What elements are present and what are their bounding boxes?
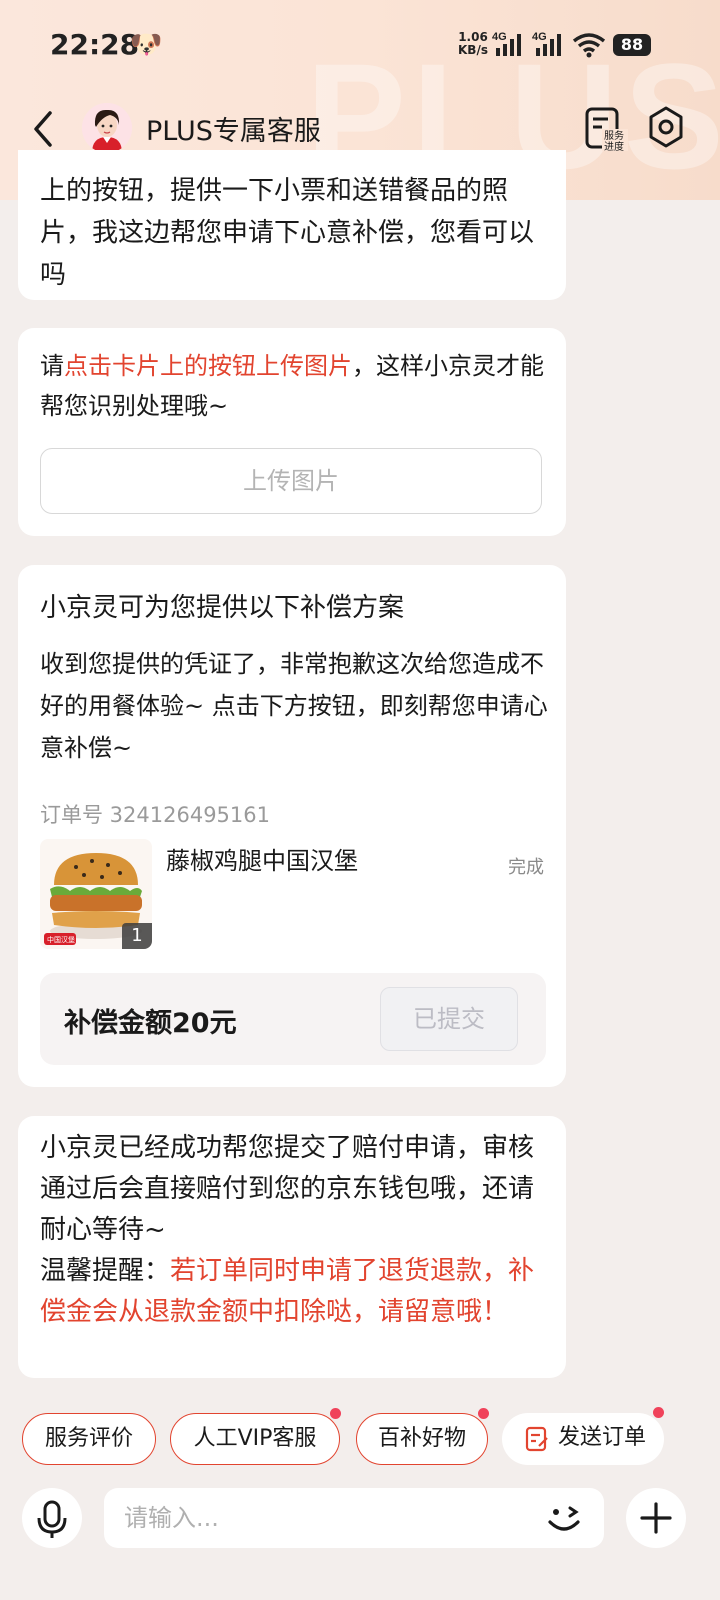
food-tag: 中国汉堡 xyxy=(47,935,75,944)
chip-subsidy-goods[interactable]: 百补好物 xyxy=(356,1408,489,1465)
signal-4g-icon: 4G xyxy=(492,31,521,56)
compensation-title: 小京灵可为您提供以下补偿方案 xyxy=(40,593,405,623)
service-progress-icon[interactable]: 服务 进度 xyxy=(584,105,628,153)
upload-instruction-highlight: 点击卡片上的按钮上传图片 xyxy=(64,352,352,380)
notification-dot xyxy=(330,1408,341,1419)
emoji-icon[interactable] xyxy=(540,1494,588,1542)
compensation-card: 小京灵可为您提供以下补偿方案 收到您提供的凭证了，非常抱歉这次给您造成不好的用餐… xyxy=(18,565,566,1087)
progress-label-2: 进度 xyxy=(604,140,624,153)
tip-label: 温馨提醒： xyxy=(40,1256,171,1286)
status-time: 22:28 xyxy=(50,28,140,61)
settings-icon[interactable] xyxy=(646,105,686,149)
battery-indicator: 88 xyxy=(613,34,651,56)
agent-avatar-icon xyxy=(82,103,132,153)
back-arrow-icon[interactable] xyxy=(28,105,58,153)
page-title: PLUS专属客服 xyxy=(146,116,321,147)
input-bar xyxy=(0,1480,720,1600)
compensation-body: 收到您提供的凭证了，非常抱歉这次给您造成不好的用餐体验~ 点击下方按钮，即刻帮您… xyxy=(40,650,548,762)
microphone-icon xyxy=(37,1500,67,1538)
status-bar: 22:28 🐶 1.06 KB/s 4G 4G 88 xyxy=(0,0,720,90)
compensation-amount-box: 补偿金额20元 已提交 xyxy=(40,973,546,1065)
agent-avatar[interactable] xyxy=(82,103,132,153)
submitted-button[interactable]: 已提交 xyxy=(380,987,518,1051)
message-text: 上的按钮，提供一下小票和送错餐品的照片，我这边帮您申请下心意补偿，您看可以吗 xyxy=(40,176,535,290)
more-options-button[interactable] xyxy=(626,1488,686,1548)
wifi-icon xyxy=(572,33,606,58)
quick-action-bar: 服务评价 人工VIP客服 百补好物 发送订单 xyxy=(0,1407,720,1470)
progress-label-1: 服务 xyxy=(604,129,624,142)
upload-instruction: 请点击卡片上的按钮上传图片，这样小京灵才能帮您识别处理哦~ xyxy=(40,352,544,420)
message-input[interactable] xyxy=(104,1488,604,1548)
order-status: 完成 xyxy=(508,857,544,878)
status-emoji-icon: 🐶 xyxy=(130,30,163,60)
message-bubble-4: 小京灵已经成功帮您提交了赔付申请，审核通过后会直接赔付到您的京东钱包哦，还请耐心… xyxy=(18,1116,566,1378)
food-name: 藤椒鸡腿中国汉堡 xyxy=(166,847,358,875)
food-image[interactable]: 中国汉堡 1 xyxy=(40,839,152,949)
message-bubble-1: 上的按钮，提供一下小票和送错餐品的照片，我这边帮您申请下心意补偿，您看可以吗 xyxy=(18,150,566,300)
message-text-4: 小京灵已经成功帮您提交了赔付申请，审核通过后会直接赔付到您的京东钱包哦，还请耐心… xyxy=(40,1133,535,1327)
chip-service-rating[interactable]: 服务评价 xyxy=(22,1413,156,1465)
svg-text:4G: 4G xyxy=(532,31,547,43)
upload-image-button[interactable]: 上传图片 xyxy=(40,448,542,514)
quantity-badge: 1 xyxy=(122,923,152,949)
upload-card: 请点击卡片上的按钮上传图片，这样小京灵才能帮您识别处理哦~ 上传图片 xyxy=(18,328,566,536)
notification-dot xyxy=(478,1408,489,1419)
chip-human-vip-service[interactable]: 人工VIP客服 xyxy=(170,1408,341,1465)
order-number: 订单号 324126495161 xyxy=(40,803,271,827)
svg-text:4G: 4G xyxy=(492,31,507,43)
order-document-icon xyxy=(525,1426,548,1452)
notification-dot xyxy=(653,1407,664,1418)
plus-icon xyxy=(640,1502,672,1534)
chip-send-order[interactable]: 发送订单 xyxy=(502,1407,664,1465)
network-speed: 1.06 KB/s xyxy=(458,30,488,57)
compensation-amount: 补偿金额20元 xyxy=(64,1008,237,1039)
signal-4g-icon-2: 4G xyxy=(532,31,561,56)
voice-input-button[interactable] xyxy=(22,1488,82,1548)
